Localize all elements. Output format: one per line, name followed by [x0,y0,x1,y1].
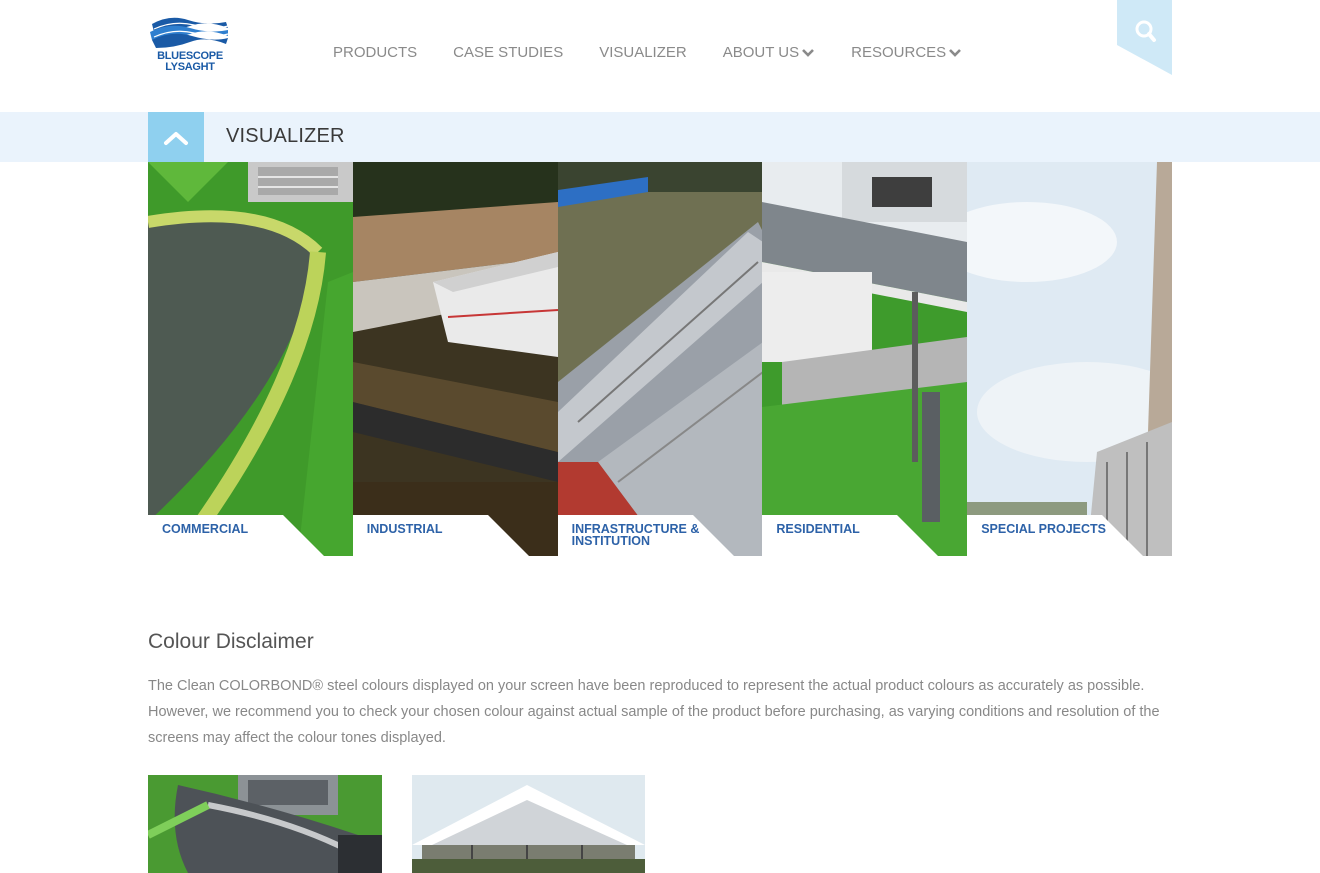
main-nav: PRODUCTS CASE STUDIES VISUALIZER ABOUT U… [333,44,998,61]
special-projects-image [967,162,1172,556]
disclaimer-body: The Clean COLORBOND® steel colours displ… [148,678,1160,746]
category-label: INFRASTRUCTURE & INSTITUTION [571,522,700,548]
chevron-down-icon [949,48,962,57]
nav-item-products[interactable]: PRODUCTS [333,44,417,61]
infrastructure-image [557,162,763,556]
bluescope-lysaght-logo[interactable]: BLUESCOPE LYSAGHT [148,14,230,76]
search-tab-shape [1117,0,1172,75]
project-thumbnail[interactable] [148,775,382,873]
project-thumbnail-image [148,775,382,873]
nav-item-resources[interactable]: RESOURCES [851,44,962,61]
commercial-image [148,162,353,556]
nav-item-label: VISUALIZER [599,44,687,61]
category-label: INDUSTRIAL [366,522,443,536]
chevron-up-icon [164,132,188,145]
project-thumbnail-image [412,775,645,873]
residential-image [762,162,968,556]
category-residential[interactable]: RESIDENTIAL [762,162,968,556]
project-thumbnail[interactable] [412,775,645,873]
category-label: RESIDENTIAL [776,522,860,536]
nav-item-about-us[interactable]: ABOUT US [723,44,815,61]
collapse-button[interactable] [148,112,204,164]
chevron-down-icon [802,48,815,57]
industrial-image [352,162,558,556]
category-panels: COMMERCIAL INDUSTRIAL INFRASTRUCTURE & I… [148,162,1172,556]
logo-wave-icon [150,14,229,48]
nav-item-visualizer[interactable]: VISUALIZER [599,44,687,61]
category-label: COMMERCIAL [162,522,249,536]
search-button[interactable] [1117,0,1172,75]
disclaimer-title: Colour Disclaimer [148,630,314,653]
nav-item-label: ABOUT US [722,44,800,61]
site-header: BLUESCOPE LYSAGHT PRODUCTS CASE STUDIES … [0,0,1320,112]
brand-name-line2: LYSAGHT [165,61,215,73]
category-commercial[interactable]: COMMERCIAL [148,162,353,556]
nav-item-label: RESOURCES [851,44,947,61]
category-infrastructure-institution[interactable]: INFRASTRUCTURE & INSTITUTION [557,162,763,556]
page-title: VISUALIZER [226,125,345,147]
nav-item-label: CASE STUDIES [453,44,564,61]
nav-item-case-studies[interactable]: CASE STUDIES [453,44,563,61]
category-industrial[interactable]: INDUSTRIAL [352,162,558,556]
nav-item-label: PRODUCTS [333,44,418,61]
category-special-projects[interactable]: SPECIAL PROJECTS [967,162,1172,556]
category-label: SPECIAL PROJECTS [981,522,1106,536]
